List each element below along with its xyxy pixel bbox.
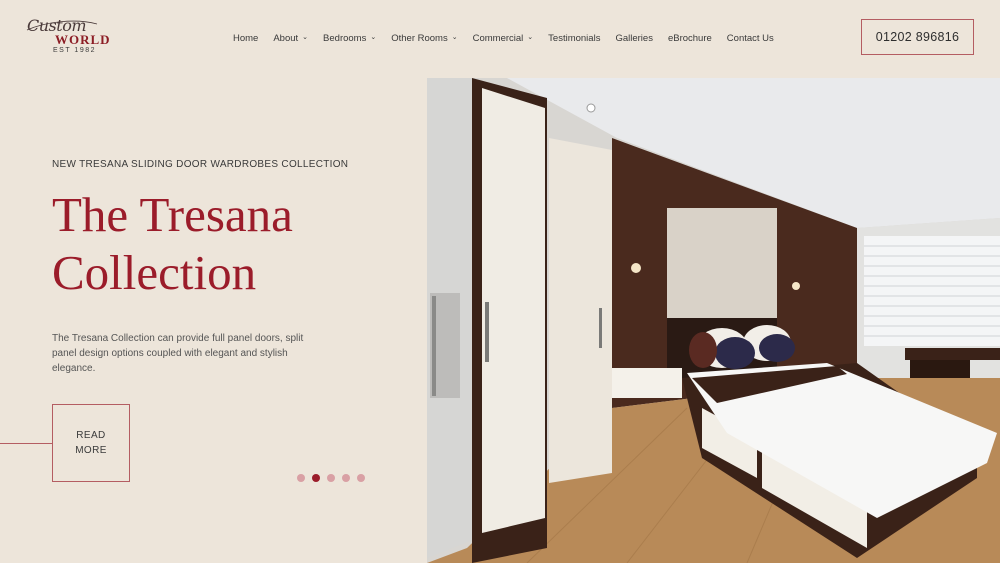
chevron-down-icon: ⌄ [451, 34, 458, 41]
nav-item-label: eBrochure [667, 32, 712, 44]
phone-number: 01202 896816 [875, 30, 960, 44]
logo-est-text: EST 1982 [53, 47, 97, 54]
nav-item-other-rooms[interactable]: Other Rooms ⌄ [391, 33, 457, 44]
read-more-button[interactable]: READ MORE [52, 404, 130, 482]
hero-title-line1: The Tresana [52, 187, 293, 242]
nav-item-label: About [273, 32, 299, 44]
nav-item-home[interactable]: Home [233, 33, 258, 44]
chevron-down-icon: ⌄ [302, 34, 309, 41]
carousel-dot[interactable] [357, 474, 365, 482]
nav-item-ebrochure[interactable]: eBrochure [668, 33, 712, 44]
read-more-line1: READ [76, 430, 106, 441]
nav-item-testimonials[interactable]: Testimonials [548, 33, 600, 44]
nav-item-galleries[interactable]: Galleries [615, 33, 653, 44]
read-more-line2: MORE [75, 445, 107, 456]
brand-logo[interactable]: Custom WORLD EST 1982 [25, 16, 110, 58]
nav-item-label: Contact Us [726, 32, 774, 44]
chevron-down-icon: ⌄ [527, 34, 534, 41]
hero-title-line2: Collection [52, 245, 257, 300]
hero-bedroom-image [427, 78, 1000, 563]
chevron-down-icon: ⌄ [370, 34, 377, 41]
hero-eyebrow: NEW TRESANA SLIDING DOOR WARDROBES COLLE… [52, 159, 349, 170]
nav-item-commercial[interactable]: Commercial ⌄ [473, 33, 534, 44]
hero-description: The Tresana Collection can provide full … [52, 333, 304, 374]
carousel-dot[interactable] [297, 474, 305, 482]
phone-button[interactable]: 01202 896816 [861, 19, 974, 55]
nav-item-bedrooms[interactable]: Bedrooms ⌄ [323, 33, 376, 44]
nav-item-label: Home [233, 32, 259, 44]
carousel-dot-active[interactable] [312, 474, 320, 482]
nav-item-label: Bedrooms [323, 32, 367, 44]
logo-world-text: WORLD [55, 32, 111, 47]
nav-item-label: Other Rooms [391, 32, 448, 44]
carousel-dot[interactable] [327, 474, 335, 482]
nav-item-label: Testimonials [548, 32, 601, 44]
carousel-dot[interactable] [342, 474, 350, 482]
nav-item-about[interactable]: About ⌄ [273, 33, 308, 44]
nav-item-label: Commercial [472, 32, 524, 44]
nav-item-contact-us[interactable]: Contact Us [727, 33, 774, 44]
decorative-line [0, 443, 52, 444]
hero-title: The Tresana Collection [52, 186, 392, 302]
carousel-dots [297, 474, 365, 482]
main-navigation: Home About ⌄ Bedrooms ⌄ Other Rooms ⌄ Co… [233, 31, 789, 45]
nav-item-label: Galleries [615, 32, 653, 44]
bedroom-illustration [427, 78, 1000, 563]
